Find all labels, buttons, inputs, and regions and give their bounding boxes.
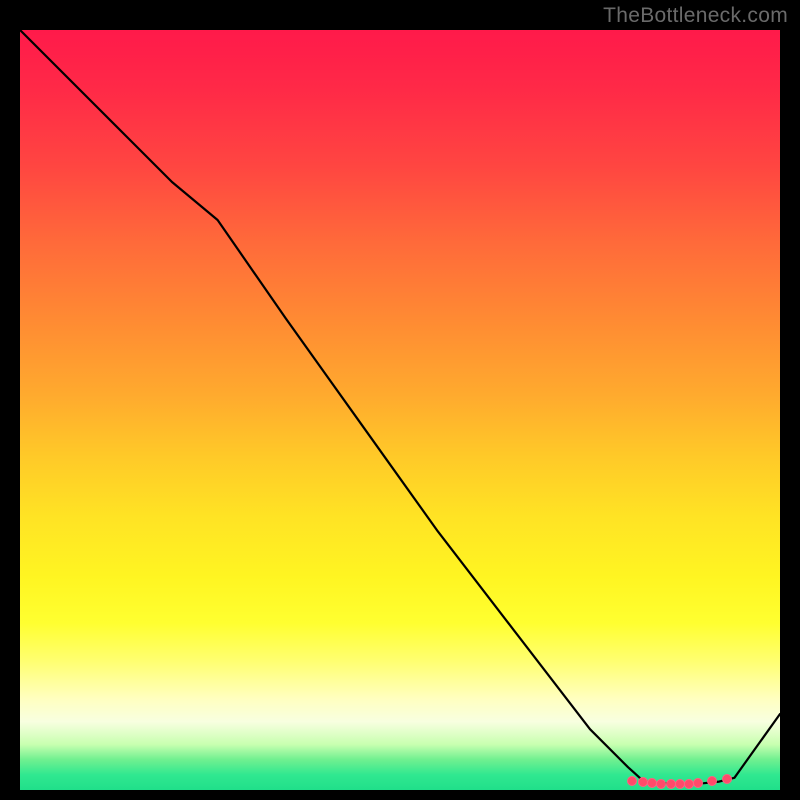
data-marker [693, 778, 703, 788]
data-marker [627, 776, 637, 786]
attribution-text: TheBottleneck.com [603, 4, 788, 28]
data-marker [722, 774, 732, 784]
plot-area [20, 30, 780, 790]
data-marker [707, 776, 717, 786]
chart-container [20, 30, 780, 790]
chart-line-svg [20, 30, 780, 790]
